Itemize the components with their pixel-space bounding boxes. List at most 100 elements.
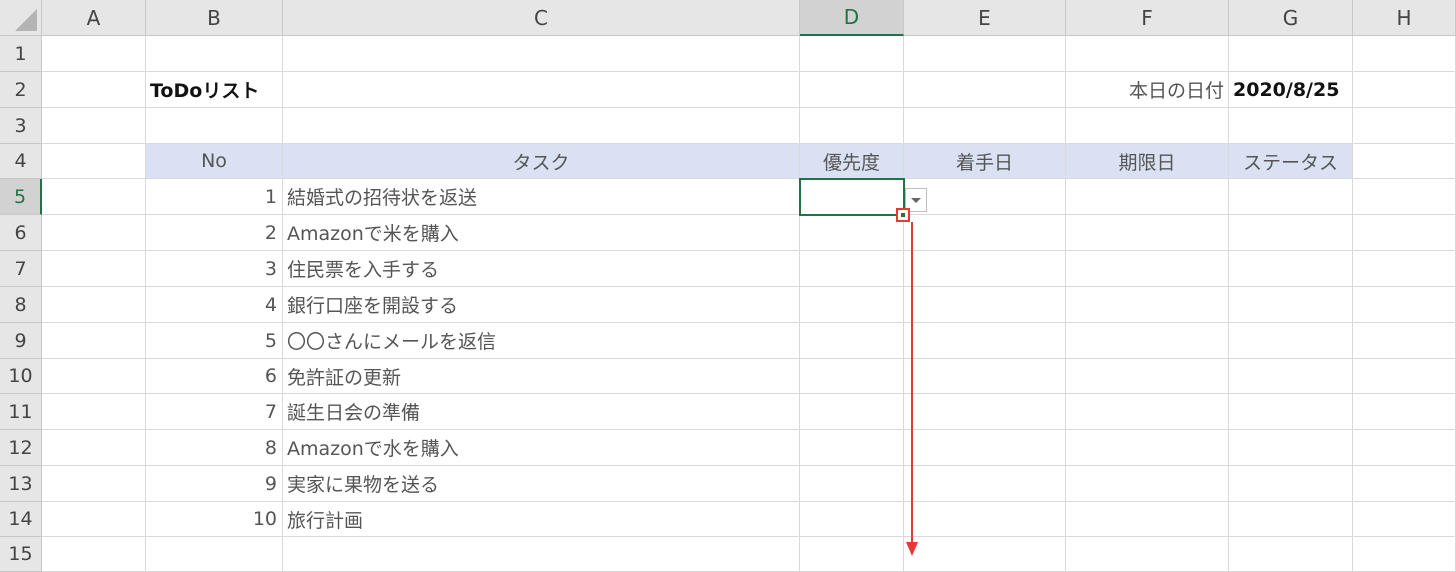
header-due-date[interactable]: 期限日 [1066,144,1229,179]
row-header-14[interactable]: 14 [0,502,42,537]
cell-h9[interactable] [1353,323,1456,359]
cell-d3[interactable] [800,108,904,144]
header-start-date[interactable]: 着手日 [904,144,1066,179]
task-no-cell[interactable]: 6 [146,359,283,394]
task-name-cell[interactable]: 誕生日会の準備 [283,394,800,430]
column-header-c[interactable]: C [283,0,800,36]
cell-g3[interactable] [1229,108,1353,144]
cell-h4[interactable] [1353,144,1456,179]
cell-e14[interactable] [904,502,1066,537]
header-status[interactable]: ステータス [1229,144,1353,179]
cell-d13[interactable] [800,466,904,502]
cell-f10[interactable] [1066,359,1229,394]
task-name-cell[interactable]: 旅行計画 [283,502,800,537]
cell-f14[interactable] [1066,502,1229,537]
cell-f6[interactable] [1066,215,1229,251]
cell-a7[interactable] [42,251,146,287]
cell-e8[interactable] [904,287,1066,323]
cell-g1[interactable] [1229,36,1353,72]
column-header-a[interactable]: A [42,0,146,36]
spreadsheet[interactable]: A B C D E F G H 1 2 3 4 5 6 7 8 9 10 11 … [0,0,1456,572]
row-header-12[interactable]: 12 [0,430,42,466]
cell-h2[interactable] [1353,72,1456,108]
column-header-g[interactable]: G [1229,0,1353,36]
cell-a4[interactable] [42,144,146,179]
cell-d14[interactable] [800,502,904,537]
cell-g15[interactable] [1229,537,1353,572]
task-no-cell[interactable]: 8 [146,430,283,466]
cell-e5[interactable] [904,179,1066,215]
cell-d8[interactable] [800,287,904,323]
cell-h13[interactable] [1353,466,1456,502]
cell-a13[interactable] [42,466,146,502]
task-name-cell[interactable]: 免許証の更新 [283,359,800,394]
cell-e9[interactable] [904,323,1066,359]
cell-d2[interactable] [800,72,904,108]
cell-g13[interactable] [1229,466,1353,502]
cell-e3[interactable] [904,108,1066,144]
cell-d7[interactable] [800,251,904,287]
row-header-9[interactable]: 9 [0,323,42,359]
cell-d9[interactable] [800,323,904,359]
task-no-cell[interactable]: 7 [146,394,283,430]
task-no-cell[interactable]: 9 [146,466,283,502]
header-task[interactable]: タスク [283,144,800,179]
task-name-cell[interactable]: 結婚式の招待状を返送 [283,179,800,215]
date-value-cell[interactable]: 2020/8/25 [1229,72,1353,108]
cell-g12[interactable] [1229,430,1353,466]
select-all-corner[interactable] [0,0,42,36]
cell-e6[interactable] [904,215,1066,251]
row-header-5[interactable]: 5 [0,179,42,215]
cell-h7[interactable] [1353,251,1456,287]
cell-d1[interactable] [800,36,904,72]
cell-h11[interactable] [1353,394,1456,430]
cell-b3[interactable] [146,108,283,144]
cell-f13[interactable] [1066,466,1229,502]
cell-a3[interactable] [42,108,146,144]
row-header-6[interactable]: 6 [0,215,42,251]
cell-a8[interactable] [42,287,146,323]
row-header-8[interactable]: 8 [0,287,42,323]
cell-a12[interactable] [42,430,146,466]
row-header-13[interactable]: 13 [0,466,42,502]
task-no-cell[interactable]: 5 [146,323,283,359]
cell-h15[interactable] [1353,537,1456,572]
cell-f3[interactable] [1066,108,1229,144]
cell-h8[interactable] [1353,287,1456,323]
cell-a5[interactable] [42,179,146,215]
cell-d12[interactable] [800,430,904,466]
cell-g8[interactable] [1229,287,1353,323]
cell-g7[interactable] [1229,251,1353,287]
header-priority[interactable]: 優先度 [800,144,904,179]
cell-a14[interactable] [42,502,146,537]
row-header-2[interactable]: 2 [0,72,42,108]
cell-c2[interactable] [283,72,800,108]
cell-a10[interactable] [42,359,146,394]
cell-g11[interactable] [1229,394,1353,430]
cell-f5[interactable] [1066,179,1229,215]
cell-f8[interactable] [1066,287,1229,323]
row-header-15[interactable]: 15 [0,537,42,572]
cell-g5[interactable] [1229,179,1353,215]
cell-e2[interactable] [904,72,1066,108]
task-no-cell[interactable]: 2 [146,215,283,251]
row-header-3[interactable]: 3 [0,108,42,144]
row-header-11[interactable]: 11 [0,394,42,430]
cell-h12[interactable] [1353,430,1456,466]
column-header-d[interactable]: D [800,0,904,36]
task-name-cell[interactable]: Amazonで水を購入 [283,430,800,466]
cell-f11[interactable] [1066,394,1229,430]
cell-f9[interactable] [1066,323,1229,359]
cell-b15[interactable] [146,537,283,572]
active-cell-d5[interactable] [799,178,905,216]
task-name-cell[interactable]: 〇〇さんにメールを返信 [283,323,800,359]
cell-f7[interactable] [1066,251,1229,287]
cell-h14[interactable] [1353,502,1456,537]
task-name-cell[interactable]: 銀行口座を開設する [283,287,800,323]
row-header-7[interactable]: 7 [0,251,42,287]
cell-c3[interactable] [283,108,800,144]
cell-h5[interactable] [1353,179,1456,215]
cell-e1[interactable] [904,36,1066,72]
cell-a1[interactable] [42,36,146,72]
cell-a2[interactable] [42,72,146,108]
